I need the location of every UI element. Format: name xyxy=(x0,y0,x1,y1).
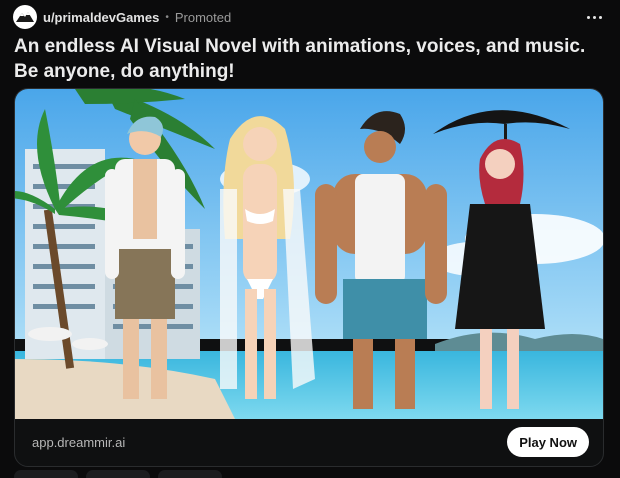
promoted-post: u/primaldevGames • Promoted An endless A… xyxy=(0,0,620,478)
vote-action-placeholder[interactable] xyxy=(14,470,78,478)
promoted-label: Promoted xyxy=(174,9,232,25)
ad-domain-link[interactable]: app.dreammir.ai xyxy=(32,435,125,450)
post-title[interactable]: An endless AI Visual Novel with animatio… xyxy=(14,34,594,84)
post-actions-row xyxy=(14,470,314,478)
comment-action-placeholder[interactable] xyxy=(86,470,150,478)
more-options-icon[interactable] xyxy=(584,7,604,27)
post-author[interactable]: u/primaldevGames xyxy=(43,10,159,25)
ad-image[interactable] xyxy=(15,89,603,419)
ad-footer: app.dreammir.ai Play Now xyxy=(15,419,603,466)
separator-dot: • xyxy=(165,11,169,23)
post-header: u/primaldevGames • Promoted xyxy=(13,5,608,29)
share-action-placeholder[interactable] xyxy=(158,470,222,478)
ad-card[interactable]: app.dreammir.ai Play Now xyxy=(14,88,604,467)
play-now-button[interactable]: Play Now xyxy=(507,427,589,457)
mountain-logo-icon[interactable] xyxy=(13,5,37,29)
